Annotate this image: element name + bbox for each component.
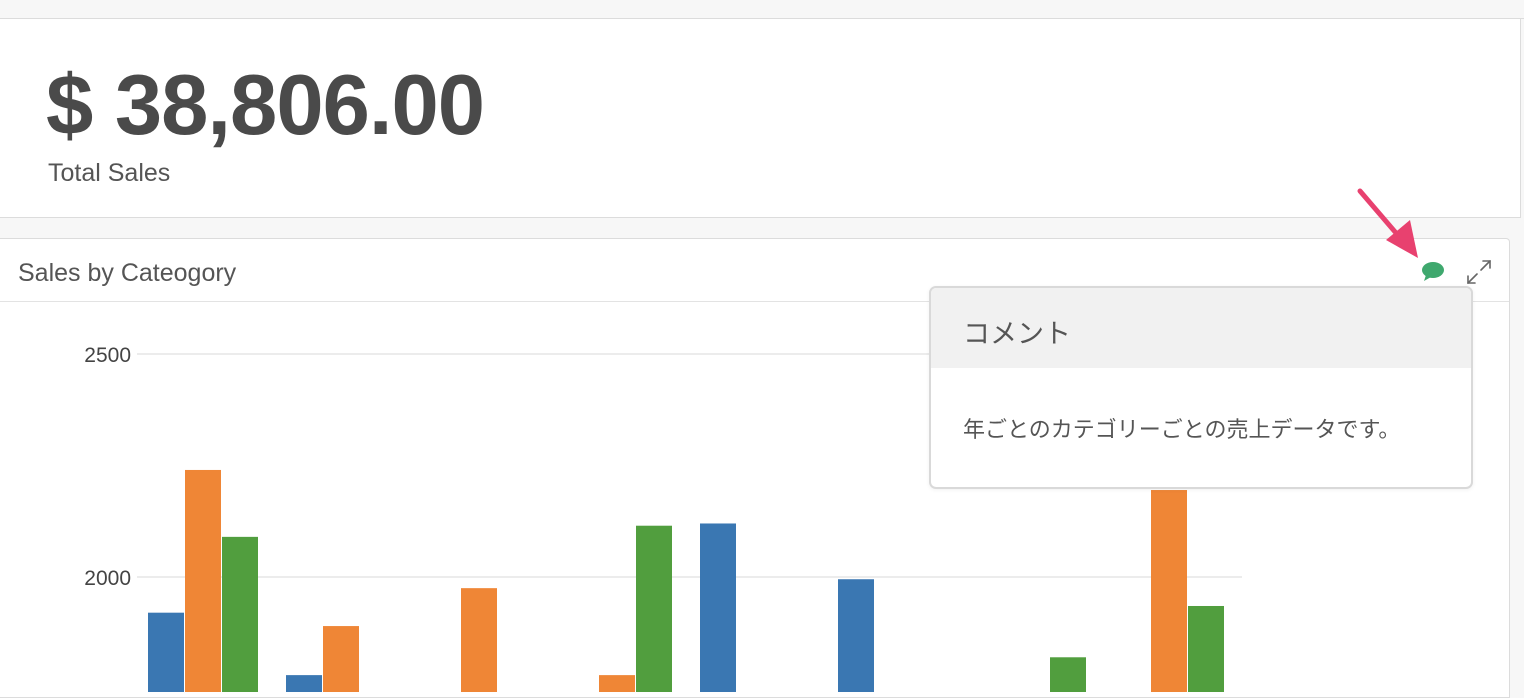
comment-popover-header: コメント <box>931 288 1471 368</box>
chart-bar[interactable] <box>323 626 359 692</box>
chart-bar[interactable] <box>461 588 497 692</box>
chart-bar[interactable] <box>148 612 184 692</box>
y-tick-label: 2000 <box>84 567 131 590</box>
chart-bar[interactable] <box>1050 657 1086 692</box>
chart-bar[interactable] <box>700 523 736 692</box>
chart-bar[interactable] <box>286 675 322 692</box>
chart-bar[interactable] <box>636 525 672 692</box>
chart-bar[interactable] <box>185 469 221 692</box>
y-tick-label: 2500 <box>84 344 131 367</box>
chart-bar[interactable] <box>838 579 874 692</box>
comment-popover-body: 年ごとのカテゴリーごとの売上データです。 <box>963 417 1401 442</box>
comment-popover: コメント 年ごとのカテゴリーごとの売上データです。 <box>929 286 1473 489</box>
chart-bar[interactable] <box>222 536 258 692</box>
comment-popover-title: コメント <box>963 319 1071 349</box>
chart-bar[interactable] <box>599 675 635 692</box>
chart-bar[interactable] <box>1151 490 1187 692</box>
chart-bar[interactable] <box>1188 605 1224 692</box>
